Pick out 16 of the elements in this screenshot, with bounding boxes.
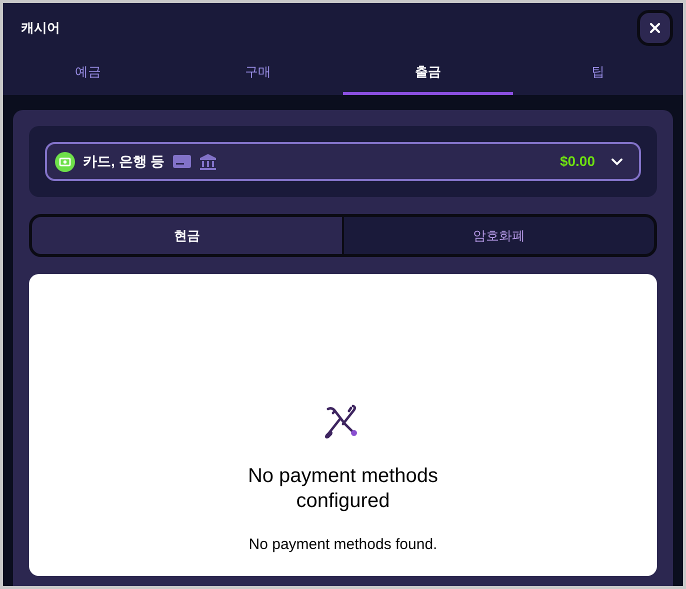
chevron-down-icon — [611, 158, 623, 166]
currency-tab[interactable]: 암호화폐 — [344, 217, 654, 254]
window-title: 캐시어 — [21, 19, 60, 38]
payment-method-dropdown[interactable]: 카드, 은행 등 $0.00 — [45, 142, 641, 181]
close-icon — [649, 22, 661, 34]
currency-tab[interactable]: 현금 — [32, 217, 342, 254]
tab[interactable]: 예금 — [3, 51, 173, 95]
cash-icon — [55, 152, 75, 172]
tab[interactable]: 출금 — [343, 51, 513, 95]
tab[interactable]: 구매 — [173, 51, 343, 95]
empty-state-title: No payment methods configured — [246, 464, 440, 514]
tab[interactable]: 팁 — [513, 51, 683, 95]
close-button[interactable] — [637, 10, 673, 46]
empty-state-message: No payment methods found. — [248, 534, 438, 554]
card-icon — [172, 155, 191, 168]
bank-icon — [198, 152, 217, 170]
